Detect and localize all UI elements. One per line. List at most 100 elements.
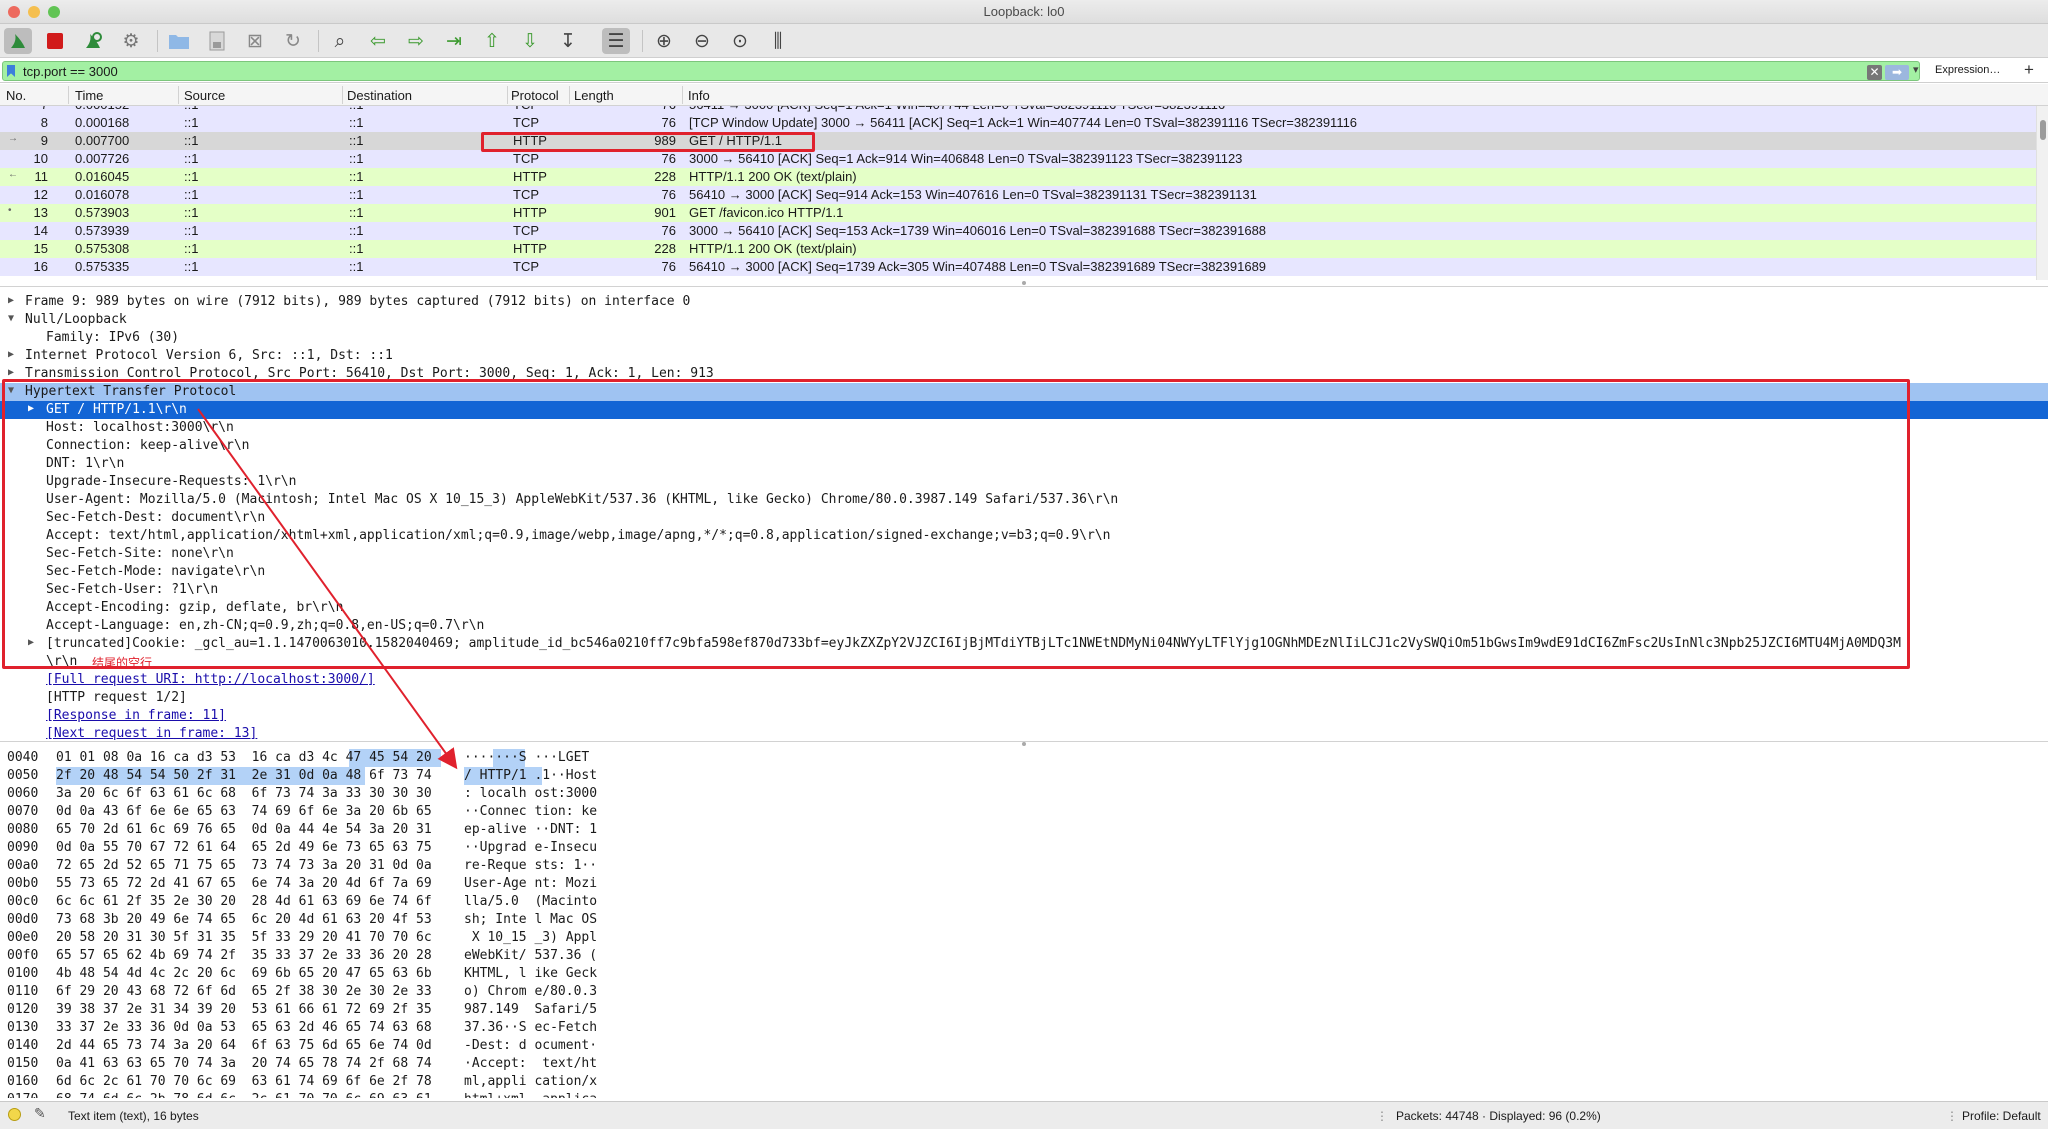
filter-history-chevron-down-icon[interactable]: ▾	[1913, 63, 1919, 76]
apply-filter-arrow-icon[interactable]: ➡	[1885, 65, 1909, 80]
hex-dump-row[interactable]: 0040 01 01 08 0a 16 ca d3 53 16 ca d3 4c …	[0, 749, 700, 767]
colorize-icon[interactable]: ☰	[602, 28, 630, 54]
packet-row[interactable]: 7 0.000152::1::1 TCP 76 56411 → 3000 [ACK] S…	[0, 106, 2036, 114]
expand-triangle-icon[interactable]: ▶	[28, 403, 34, 414]
detail-row[interactable]: [Next request in frame: 13]	[0, 725, 2048, 741]
detail-link[interactable]: [Full request URI: http://localhost:3000…	[46, 672, 375, 687]
detail-row[interactable]: DNT: 1\r\n	[0, 455, 2048, 473]
column-header-no[interactable]: No.	[6, 88, 26, 103]
hex-dump-row[interactable]: 0140 2d 44 65 73 74 3a 20 64 6f 63 75 6d …	[0, 1037, 700, 1055]
hex-dump-row[interactable]: 0110 6f 29 20 43 68 72 6f 6d 65 2f 38 30 …	[0, 983, 700, 1001]
packet-row[interactable]: 15 0.575308::1::1 HTTP 228 HTTP/1.1 200 OK (…	[0, 240, 2036, 258]
detail-row[interactable]: ▶ Frame 9: 989 bytes on wire (7912 bits),…	[0, 293, 2048, 311]
detail-row[interactable]: [Full request URI: http://localhost:3000…	[0, 671, 2048, 689]
hex-dump-row[interactable]: 0060 3a 20 6c 6f 63 61 6c 68 6f 73 74 3a …	[0, 785, 700, 803]
first-packet-icon[interactable]: ⇧	[478, 28, 506, 54]
go-forward-arrow-icon[interactable]: ⇨	[402, 28, 430, 54]
hex-dump-row[interactable]: 0160 6d 6c 2c 61 70 70 6c 69 63 61 74 69 …	[0, 1073, 700, 1091]
collapse-triangle-icon[interactable]: ▼	[8, 385, 14, 396]
column-header-destination[interactable]: Destination	[347, 88, 412, 103]
detail-row[interactable]: User-Agent: Mozilla/5.0 (Macintosh; Inte…	[0, 491, 2048, 509]
scroll-thumb[interactable]	[2040, 120, 2046, 140]
zoom-in-icon[interactable]: ⊕	[650, 28, 678, 54]
detail-row[interactable]: Accept-Language: en,zh-CN;q=0.9,zh;q=0.8…	[0, 617, 2048, 635]
detail-row[interactable]: Accept: text/html,application/xhtml+xml,…	[0, 527, 2048, 545]
packet-row[interactable]: 9 0.007700::1::1 HTTP 989 GET / HTTP/1.1	[0, 132, 2036, 150]
detail-row[interactable]: Family: IPv6 (30)	[0, 329, 2048, 347]
detail-row[interactable]: Host: localhost:3000\r\n	[0, 419, 2048, 437]
hex-dump-row[interactable]: 00e0 20 58 20 31 30 5f 31 35 5f 33 29 20 …	[0, 929, 700, 947]
detail-row[interactable]: Accept-Encoding: gzip, deflate, br\r\n	[0, 599, 2048, 617]
hex-dump-row[interactable]: 00b0 55 73 65 72 2d 41 67 65 6e 74 3a 20 …	[0, 875, 700, 893]
go-back-arrow-icon[interactable]: ⇦	[364, 28, 392, 54]
autoscroll-icon[interactable]: ↧	[554, 28, 582, 54]
detail-row[interactable]: Connection: keep-alive\r\n	[0, 437, 2048, 455]
detail-row[interactable]: Sec-Fetch-Mode: navigate\r\n	[0, 563, 2048, 581]
filter-text[interactable]: tcp.port == 3000	[23, 64, 118, 79]
display-filter-input[interactable]: tcp.port == 3000 ✕ ➡ ▾	[2, 61, 1920, 81]
column-header-time[interactable]: Time	[75, 88, 103, 103]
hex-dump-row[interactable]: 0120 39 38 37 2e 31 34 39 20 53 61 66 61 …	[0, 1001, 700, 1019]
hex-dump-row[interactable]: 00a0 72 65 2d 52 65 71 75 65 73 74 73 3a …	[0, 857, 700, 875]
expand-triangle-icon[interactable]: ▶	[8, 349, 14, 360]
hex-dump-row[interactable]: 0130 33 37 2e 33 36 0d 0a 53 65 63 2d 46 …	[0, 1019, 700, 1037]
detail-row[interactable]: Sec-Fetch-User: ?1\r\n	[0, 581, 2048, 599]
gear-options-icon[interactable]: ⚙	[117, 28, 145, 54]
zoom-out-icon[interactable]: ⊖	[688, 28, 716, 54]
detail-link[interactable]: [Next request in frame: 13]	[46, 726, 257, 741]
resize-columns-icon[interactable]: ⫼	[764, 28, 792, 54]
reload-icon[interactable]: ↻	[279, 28, 307, 54]
packet-row[interactable]: 14 0.573939::1::1 TCP 76 3000 → 56410 [ACK] …	[0, 222, 2036, 240]
detail-row[interactable]: ▶ [truncated]Cookie: _gcl_au=1.1.14700630…	[0, 635, 2048, 653]
stop-square-icon[interactable]	[41, 28, 69, 54]
column-header-length[interactable]: Length	[574, 88, 614, 103]
packet-row[interactable]: 13 0.573903::1::1 HTTP 901 GET /favicon.ico …	[0, 204, 2036, 222]
shark-fin-start-icon[interactable]	[4, 28, 32, 54]
packet-row[interactable]: 16 0.575335::1::1 TCP 76 56410 → 3000 [ACK] …	[0, 258, 2036, 276]
detail-link[interactable]: [Response in frame: 11]	[46, 708, 226, 723]
packet-row[interactable]: 8 0.000168::1::1 TCP 76 [TCP Window Update] …	[0, 114, 2036, 132]
hex-dump-row[interactable]: 00f0 65 57 65 62 4b 69 74 2f 35 33 37 2e …	[0, 947, 700, 965]
go-to-packet-icon[interactable]: ⇥	[440, 28, 468, 54]
open-folder-icon[interactable]	[165, 28, 193, 54]
detail-row[interactable]: ▶ Internet Protocol Version 6, Src: ::1, …	[0, 347, 2048, 365]
clear-filter-icon[interactable]: ✕	[1867, 65, 1882, 80]
detail-row[interactable]: [Response in frame: 11]	[0, 707, 2048, 725]
expand-triangle-icon[interactable]: ▶	[8, 295, 14, 306]
save-file-icon[interactable]	[203, 28, 231, 54]
detail-row[interactable]: ▼ Null/Loopback	[0, 311, 2048, 329]
hex-dump-row[interactable]: 00c0 6c 6c 61 2f 35 2e 30 20 28 4d 61 63 …	[0, 893, 700, 911]
hex-dump-row[interactable]: 0170 68 74 6d 6c 2b 78 6d 6c 2c 61 70 70 …	[0, 1091, 700, 1098]
column-header-protocol[interactable]: Protocol	[511, 88, 559, 103]
detail-row[interactable]: ▶ Transmission Control Protocol, Src Port…	[0, 365, 2048, 383]
packet-row[interactable]: 10 0.007726::1::1 TCP 76 3000 → 56410 [ACK] …	[0, 150, 2036, 168]
add-filter-button[interactable]: +	[2024, 60, 2034, 80]
expert-info-icon[interactable]	[8, 1108, 21, 1121]
expand-triangle-icon[interactable]: ▶	[8, 367, 14, 378]
column-header-info[interactable]: Info	[688, 88, 710, 103]
detail-row[interactable]: Sec-Fetch-Dest: document\r\n	[0, 509, 2048, 527]
bookmark-icon[interactable]	[7, 65, 15, 77]
hex-dump-row[interactable]: 0050 2f 20 48 54 54 50 2f 31 2e 31 0d 0a …	[0, 767, 700, 785]
hex-dump-row[interactable]: 0080 65 70 2d 61 6c 69 76 65 0d 0a 44 4e …	[0, 821, 700, 839]
detail-row[interactable]: \r\n 结尾的空行	[0, 653, 2048, 671]
last-packet-icon[interactable]: ⇩	[516, 28, 544, 54]
column-header-source[interactable]: Source	[184, 88, 225, 103]
hex-dump-row[interactable]: 0070 0d 0a 43 6f 6e 6e 65 63 74 69 6f 6e …	[0, 803, 700, 821]
packet-row[interactable]: 12 0.016078::1::1 TCP 76 56410 → 3000 [ACK] …	[0, 186, 2036, 204]
detail-row[interactable]: Sec-Fetch-Site: none\r\n	[0, 545, 2048, 563]
detail-row[interactable]: ▼ Hypertext Transfer Protocol	[0, 383, 2048, 401]
collapse-triangle-icon[interactable]: ▼	[8, 313, 14, 324]
hex-dump-row[interactable]: 0100 4b 48 54 4d 4c 2c 20 6c 69 6b 65 20 …	[0, 965, 700, 983]
expand-triangle-icon[interactable]: ▶	[28, 637, 34, 648]
hex-dump-row[interactable]: 0090 0d 0a 55 70 67 72 61 64 65 2d 49 6e …	[0, 839, 700, 857]
zoom-normal-icon[interactable]: ⊙	[726, 28, 754, 54]
status-profile[interactable]: Profile: Default	[1962, 1109, 2041, 1123]
packet-row[interactable]: 11 0.016045::1::1 HTTP 228 HTTP/1.1 200 OK (…	[0, 168, 2036, 186]
find-magnifier-icon[interactable]: ⌕	[326, 28, 354, 54]
packet-list-scrollbar[interactable]	[2036, 106, 2048, 280]
detail-row[interactable]: [HTTP request 1/2]	[0, 689, 2048, 707]
edit-comment-pencil-icon[interactable]: ✎	[34, 1105, 46, 1122]
close-file-icon[interactable]: ⊠	[241, 28, 269, 54]
hex-dump-row[interactable]: 0150 0a 41 63 63 65 70 74 3a 20 74 65 78 …	[0, 1055, 700, 1073]
